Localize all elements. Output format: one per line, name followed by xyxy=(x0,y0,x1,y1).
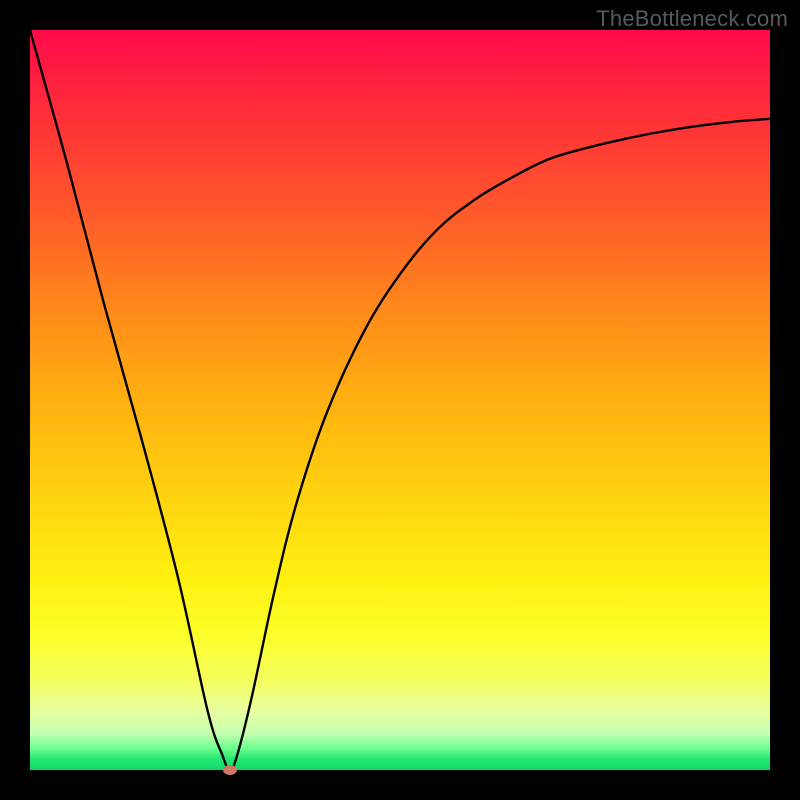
plot-frame xyxy=(30,30,770,770)
watermark-text: TheBottleneck.com xyxy=(596,6,788,32)
curve-path xyxy=(30,30,770,770)
bottleneck-curve xyxy=(30,30,770,770)
curve-min-point xyxy=(223,765,237,775)
